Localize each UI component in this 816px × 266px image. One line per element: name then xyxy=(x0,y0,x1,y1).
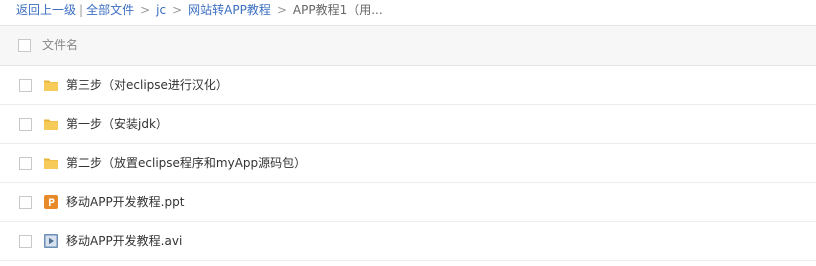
file-name[interactable]: 第二步（放置eclipse程序和myApp源码包） xyxy=(66,144,306,182)
breadcrumb-separator: > xyxy=(276,3,287,17)
file-name[interactable]: 移动APP开发教程.ppt xyxy=(66,183,184,221)
breadcrumb-current: APP教程1（用... xyxy=(292,3,383,17)
file-list-header: 文件名 xyxy=(0,25,816,66)
breadcrumb-separator: > xyxy=(140,3,151,17)
back-link[interactable]: 返回上一级 xyxy=(16,3,76,17)
file-row[interactable]: 第一步（安装jdk） xyxy=(0,105,816,144)
file-row[interactable]: 移动APP开发教程.avi xyxy=(0,222,816,261)
breadcrumb: 返回上一级 | 全部文件 > jc > 网站转APP教程 > APP教程1（用... xyxy=(0,0,816,20)
select-all-checkbox[interactable] xyxy=(18,39,31,52)
file-row[interactable]: 移动APP开发教程.ppt xyxy=(0,183,816,222)
breadcrumb-item-jc[interactable]: jc xyxy=(156,3,166,17)
row-checkbox[interactable] xyxy=(19,79,32,92)
breadcrumb-separator: > xyxy=(172,3,183,17)
file-row[interactable]: 第三步（对eclipse进行汉化） xyxy=(0,66,816,105)
file-name[interactable]: 第一步（安装jdk） xyxy=(66,105,168,143)
row-checkbox[interactable] xyxy=(19,118,32,131)
column-header-filename[interactable]: 文件名 xyxy=(42,26,78,65)
folder-icon xyxy=(44,119,58,130)
folder-icon xyxy=(44,158,58,169)
file-name[interactable]: 第三步（对eclipse进行汉化） xyxy=(66,66,228,104)
folder-icon xyxy=(44,80,58,91)
breadcrumb-all-files[interactable]: 全部文件 xyxy=(86,3,134,17)
file-name[interactable]: 移动APP开发教程.avi xyxy=(66,222,182,260)
file-list: 第三步（对eclipse进行汉化） 第一步（安装jdk） 第二步（放置eclip… xyxy=(0,66,816,261)
video-icon xyxy=(44,234,58,248)
breadcrumb-divider: | xyxy=(79,3,84,17)
row-checkbox[interactable] xyxy=(19,235,32,248)
file-row[interactable]: 第二步（放置eclipse程序和myApp源码包） xyxy=(0,144,816,183)
row-checkbox[interactable] xyxy=(19,196,32,209)
row-checkbox[interactable] xyxy=(19,157,32,170)
breadcrumb-item-app-tutorial[interactable]: 网站转APP教程 xyxy=(188,3,271,17)
ppt-icon xyxy=(44,195,58,209)
